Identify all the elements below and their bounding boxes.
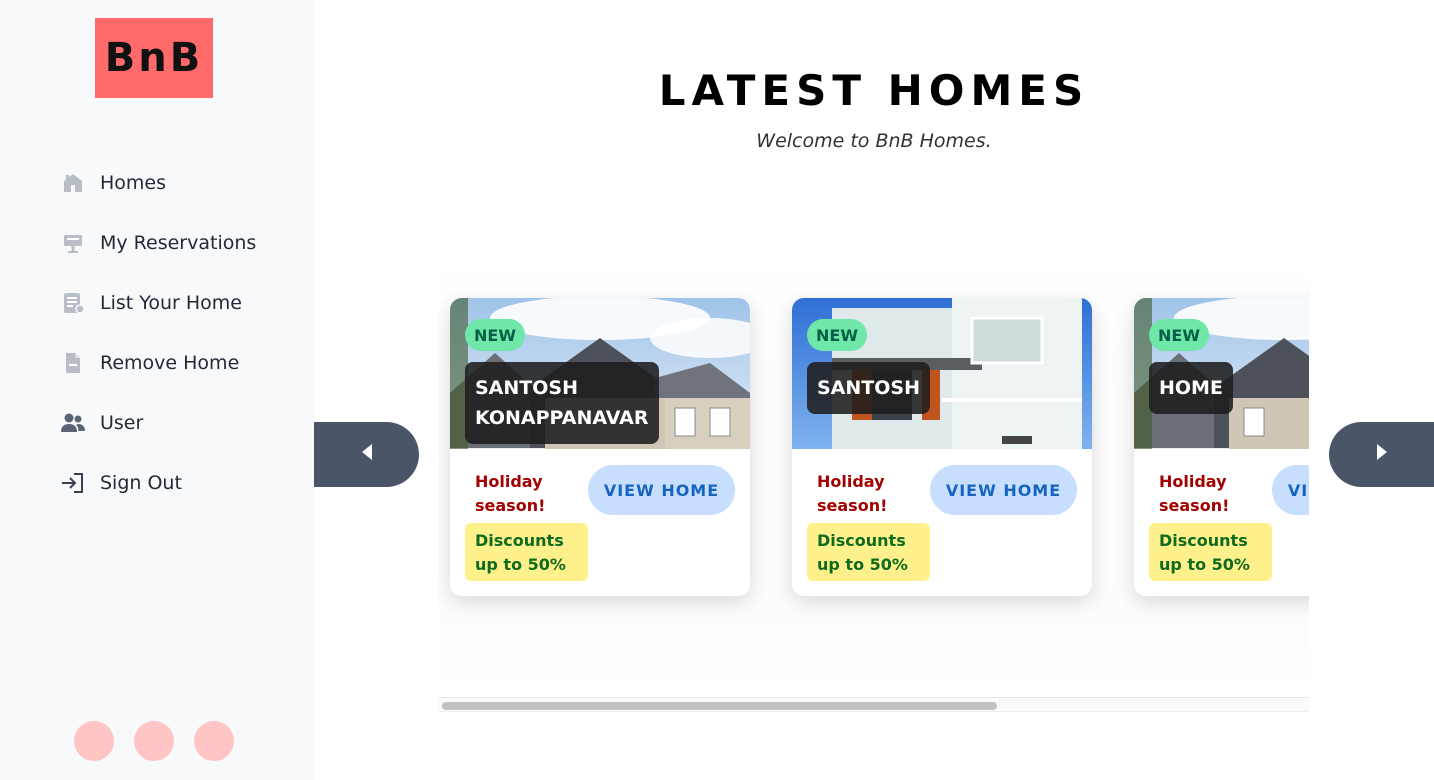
sidebar-item-label: Sign Out: [100, 472, 182, 494]
sidebar-nav: Homes My Reservations List Your Home Rem…: [60, 162, 256, 522]
document-icon: [60, 350, 86, 376]
dot: [74, 721, 114, 761]
home-card: NEW HOME Holiday season! Discounts up to…: [1134, 298, 1309, 596]
discount-badge: Discounts up to 50%: [807, 523, 930, 581]
sidebar-item-sign-out[interactable]: Sign Out: [60, 462, 256, 504]
new-badge: NEW: [807, 319, 867, 351]
sidebar-item-label: Homes: [100, 172, 167, 194]
sidebar-item-label: My Reservations: [100, 232, 257, 254]
sidebar: BnB Homes My Reservations List Your Home: [0, 0, 314, 780]
app-root: BnB Homes My Reservations List Your Home: [0, 0, 1434, 780]
sidebar-item-label: Remove Home: [100, 352, 240, 374]
sidebar-item-list-your-home[interactable]: List Your Home: [60, 282, 256, 324]
carousel-next-button[interactable]: [1329, 422, 1434, 487]
home-card: NEW SANTOSH KONAPPANAVAR Holiday season!…: [450, 298, 750, 596]
promo-text: Holiday season!: [817, 472, 888, 515]
decorative-dots: [74, 721, 234, 761]
promo-text: Holiday season!: [1159, 472, 1230, 515]
view-home-button[interactable]: VIEW HOME: [588, 465, 735, 515]
sidebar-item-remove-home[interactable]: Remove Home: [60, 342, 256, 384]
home-name: SANTOSH KONAPPANAVAR: [465, 362, 659, 444]
homes-carousel[interactable]: NEW SANTOSH KONAPPANAVAR Holiday season!…: [439, 255, 1309, 695]
new-badge: NEW: [465, 319, 525, 351]
dot: [134, 721, 174, 761]
sidebar-item-homes[interactable]: Homes: [60, 162, 256, 204]
sidebar-item-my-reservations[interactable]: My Reservations: [60, 222, 256, 264]
home-name: SANTOSH: [807, 362, 930, 414]
dot: [194, 721, 234, 761]
new-badge: NEW: [1149, 319, 1209, 351]
caret-left-icon: [360, 443, 374, 466]
sidebar-item-label: List Your Home: [100, 292, 242, 314]
home-name: HOME: [1149, 362, 1233, 414]
sidebar-item-label: User: [100, 412, 144, 434]
home-card: NEW SANTOSH Holiday season! Discounts up…: [792, 298, 1092, 596]
logo-text: BnB: [104, 35, 204, 81]
reservation-icon: [60, 230, 86, 256]
list-document-icon: [60, 290, 86, 316]
page-subtitle: Welcome to BnB Homes.: [756, 130, 992, 152]
page-title: LATEST HOMES: [658, 66, 1090, 115]
sidebar-item-user[interactable]: User: [60, 402, 256, 444]
sign-out-icon: [60, 470, 86, 496]
discount-badge: Discounts up to 50%: [1149, 523, 1272, 581]
home-icon: [60, 170, 86, 196]
view-home-button[interactable]: VIEW HOME: [930, 465, 1077, 515]
caret-right-icon: [1375, 443, 1389, 466]
scrollbar-thumb[interactable]: [442, 702, 997, 710]
promo-text: Holiday season!: [475, 472, 546, 515]
brand-logo[interactable]: BnB: [95, 18, 213, 98]
users-icon: [60, 410, 86, 436]
carousel-scrollbar[interactable]: [439, 697, 1309, 712]
carousel-prev-button[interactable]: [314, 422, 419, 487]
discount-badge: Discounts up to 50%: [465, 523, 588, 581]
